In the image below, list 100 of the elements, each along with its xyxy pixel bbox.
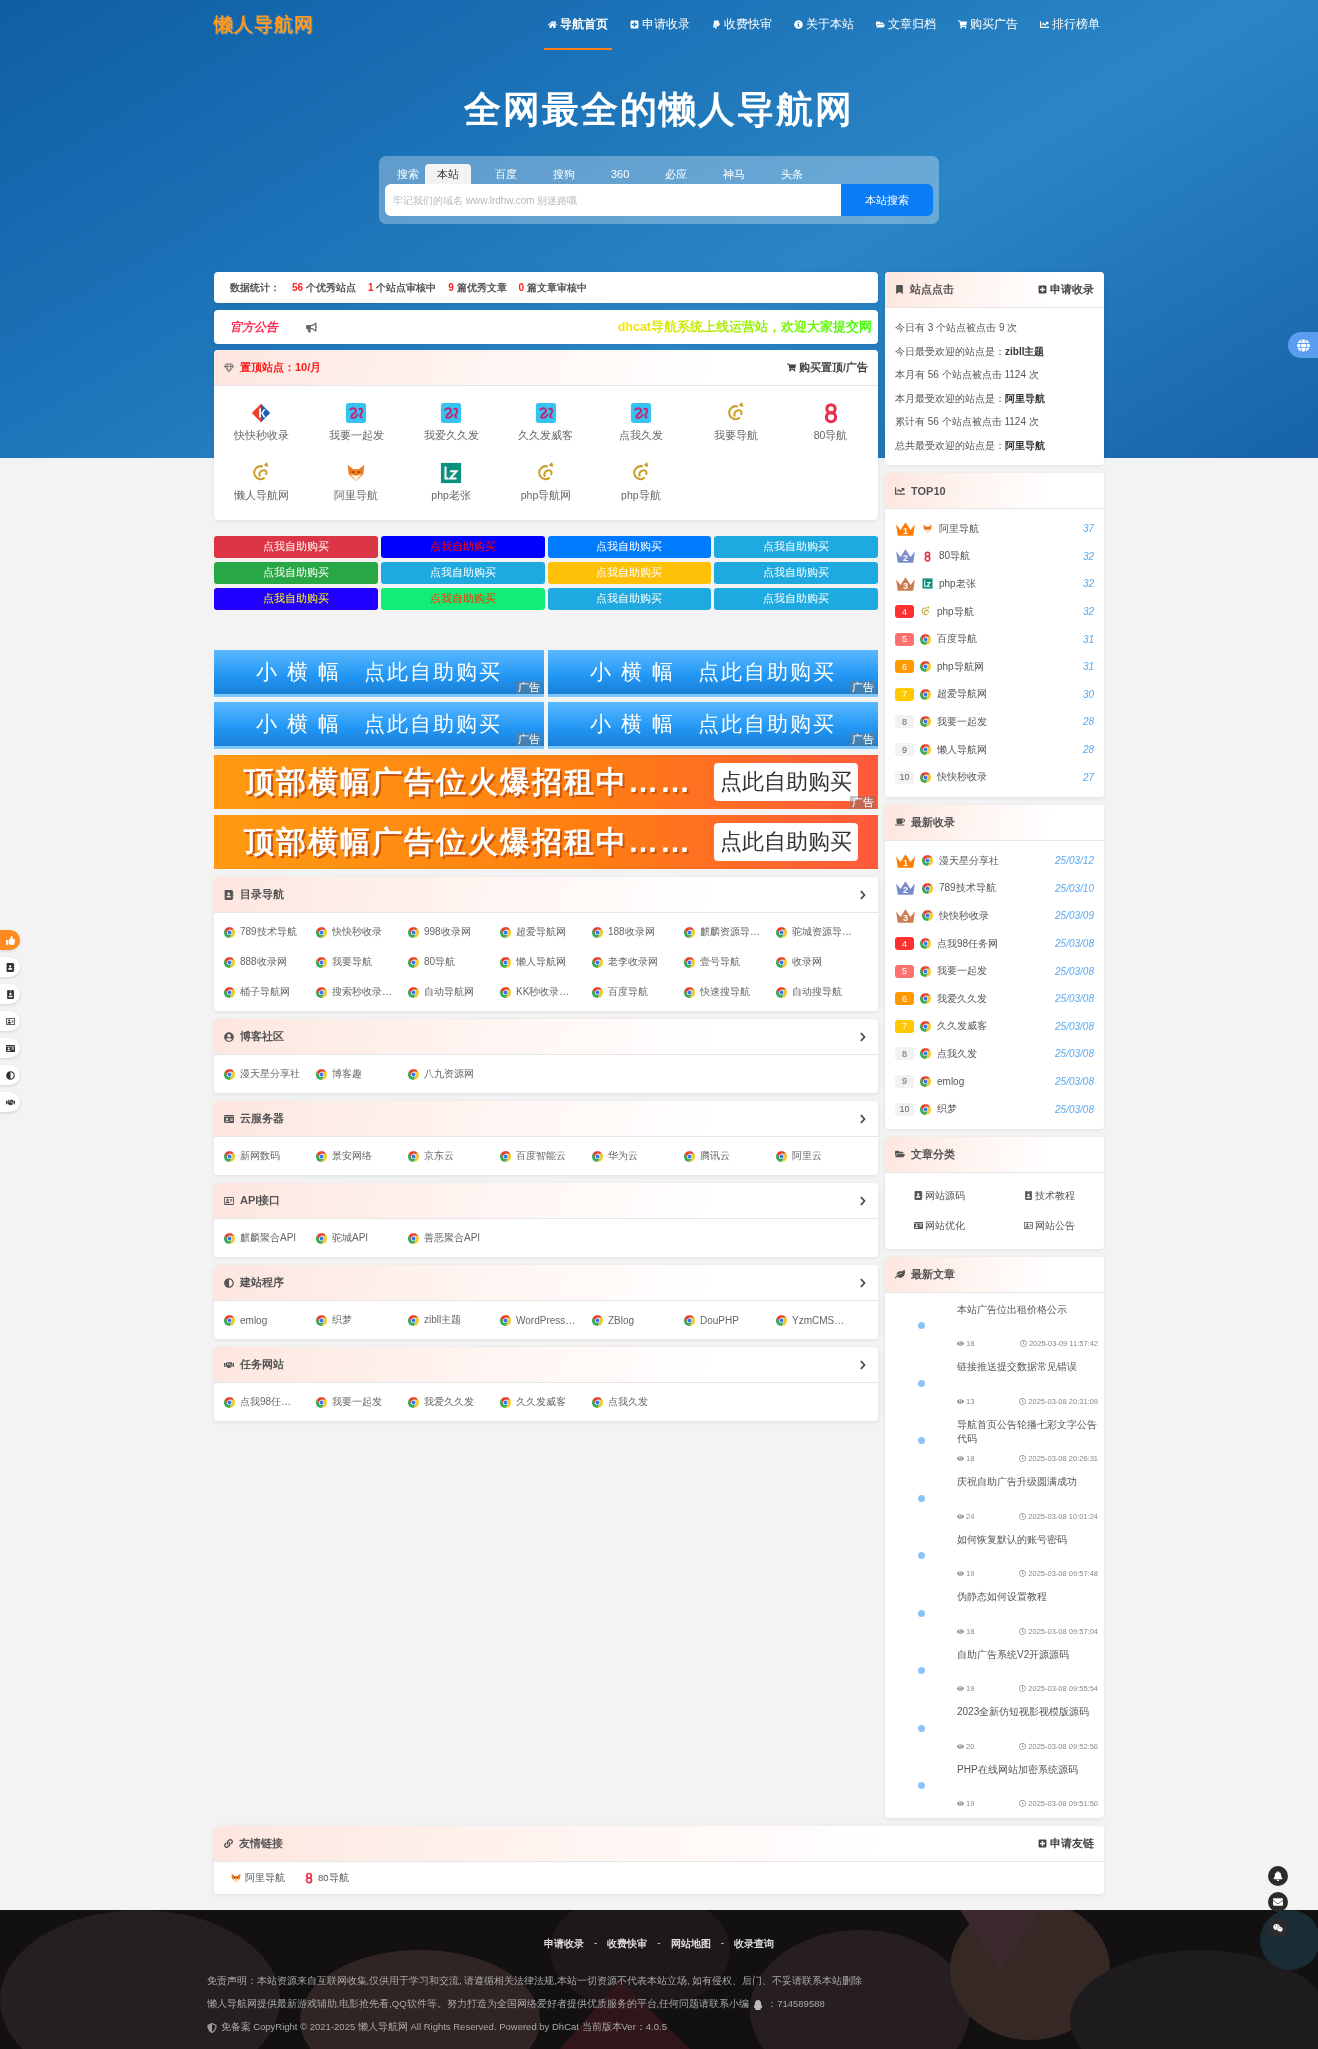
large-ad-banner[interactable]: 顶部横幅广告位火爆招租中…… 点此自助购买 [214,815,878,869]
ranking-item[interactable]: 10 快快秒收录 27 [895,763,1094,791]
site-link[interactable]: 桶子导航网 [224,977,316,1007]
site-link[interactable]: 我要导航 [316,947,408,977]
ranking-item[interactable]: 3 快快秒收录 25/03/09 [895,902,1094,930]
chevron-right-icon[interactable] [858,889,868,900]
translate-button[interactable] [1288,332,1318,358]
nav-link[interactable]: 文章归档 [872,0,940,50]
ad-slot-button[interactable]: 点我自助购买 [214,536,378,558]
site-link[interactable]: 我要一起发 [316,1387,408,1417]
ranking-item[interactable]: 10 织梦 25/03/08 [895,1095,1094,1123]
site-link[interactable]: 博客趣 [316,1059,408,1089]
ranking-item[interactable]: 8 我要一起发 28 [895,708,1094,736]
site-link[interactable]: 188收录网 [592,917,684,947]
site-link[interactable]: 我爱久久发 [408,1387,500,1417]
chevron-right-icon[interactable] [858,1195,868,1206]
site-link[interactable]: zibll主题 [408,1305,500,1335]
nav-link[interactable]: 购买广告 [954,0,1022,50]
article-link[interactable]: 伪静态如何设置教程 [957,1590,1098,1621]
footer-link[interactable]: 收费快审 [607,1937,648,1951]
email-button[interactable] [1268,1892,1288,1912]
ranking-item[interactable]: 9 懒人导航网 28 [895,735,1094,764]
top-site-link[interactable]: php导航网 [498,454,594,510]
site-link[interactable]: 景安网络 [316,1141,408,1171]
chevron-right-icon[interactable] [858,1359,868,1370]
top-site-link[interactable]: 我要一起发 [308,394,404,450]
chevron-right-icon[interactable] [858,1277,868,1288]
site-link[interactable]: 点我久发 [592,1387,684,1417]
banner-button[interactable]: 点此自助购买 [714,823,858,861]
top-site-link[interactable]: 快快秒收录 [214,394,309,450]
top-site-link[interactable]: 阿里导航 [308,454,404,510]
apply-link[interactable]: 申请收录 [1038,282,1094,297]
ranking-item[interactable]: 7 超爱导航网 30 [895,680,1094,709]
site-link[interactable]: 麒麟聚合API [224,1223,316,1253]
top-site-link[interactable]: 久久发威客 [498,394,594,450]
side-tool-button[interactable] [0,1092,20,1112]
site-link[interactable]: 阿里云 [776,1141,868,1171]
site-link[interactable]: 漫天星分享社 [224,1059,316,1089]
ranking-item[interactable]: 2 80导航 32 [895,542,1094,571]
site-link[interactable]: 888收录网 [224,947,316,977]
ranking-item[interactable]: 3 php老张 32 [895,570,1094,598]
site-link[interactable]: 懒人导航网 [500,947,592,977]
ranking-item[interactable]: 6 我爱久久发 25/03/08 [895,984,1094,1013]
small-ad-banner[interactable]: 小 横 幅 点此自助购买 广告 [548,702,878,749]
large-ad-banner[interactable]: 顶部横幅广告位火爆招租中…… 点此自助购买 广告 [214,755,878,809]
top-site-link[interactable]: 我要导航 [688,394,784,450]
ranking-item[interactable]: 5 我要一起发 25/03/08 [895,957,1094,985]
site-link[interactable]: 八九资源网 [408,1059,500,1089]
ranking-item[interactable]: 8 点我久发 25/03/08 [895,1040,1094,1068]
site-link[interactable]: 自动导航网 [408,977,500,1007]
notification-button[interactable] [1268,1866,1288,1886]
article-link[interactable]: 2023全新仿短视影视模版源码 [957,1705,1098,1736]
site-link[interactable]: 新网数码 [224,1141,316,1171]
site-link[interactable]: KK秒收录… [500,977,592,1007]
site-link[interactable]: 老李收录网 [592,947,684,977]
chevron-right-icon[interactable] [858,1113,868,1124]
site-link[interactable]: 驼城资源导… [776,917,868,947]
site-link[interactable]: DouPHP [684,1305,776,1335]
side-tool-button[interactable] [0,984,20,1004]
article-link[interactable]: 本站广告位出租价格公示 [957,1302,1098,1333]
small-ad-banner[interactable]: 小 横 幅 点此自助购买 广告 [214,702,544,749]
ad-slot-button[interactable]: 点我自助购买 [214,588,378,610]
ranking-item[interactable]: 5 百度导航 31 [895,625,1094,653]
site-link[interactable]: 超爱导航网 [500,917,592,947]
site-link[interactable]: 织梦 [316,1305,408,1335]
site-link[interactable]: 789技术导航 [224,917,316,947]
search-tab[interactable]: 本站 [425,164,471,184]
footer-link[interactable]: 收录查询 [734,1937,774,1951]
site-link[interactable]: 善恶聚合API [408,1223,500,1253]
article-link[interactable]: PHP在线网站加密系统源码 [957,1762,1098,1793]
side-tool-button[interactable] [0,1038,20,1058]
friend-link[interactable]: 阿里导航 [230,1871,285,1885]
ranking-item[interactable]: 4 点我98任务网 25/03/08 [895,929,1094,958]
side-tool-button[interactable] [0,1065,20,1085]
site-link[interactable]: 壹号导航 [684,947,776,977]
top-site-link[interactable]: 80导航 [783,394,878,450]
article-link[interactable]: 链接推送提交数据常见错误 [957,1360,1098,1391]
site-link[interactable]: emlog [224,1305,316,1335]
site-link[interactable]: 快快秒收录 [316,917,408,947]
site-link[interactable]: 收录网 [776,947,868,977]
ranking-item[interactable]: 1 漫天星分享社 25/03/12 [895,846,1094,875]
ranking-item[interactable]: 1 阿里导航 37 [895,515,1094,543]
article-category-link[interactable]: 技术教程 [994,1180,1104,1211]
nav-link[interactable]: 关于本站 [790,0,858,50]
site-link[interactable]: 搜索秒收录… [316,977,408,1007]
site-link[interactable]: 80导航 [408,947,500,977]
side-tool-button[interactable] [0,957,20,977]
site-link[interactable]: 百度智能云 [500,1141,592,1171]
site-link[interactable]: ZBlog [592,1305,684,1335]
site-link[interactable]: 久久发威客 [500,1387,592,1417]
ranking-item[interactable]: 9 emlog 25/03/08 [895,1067,1094,1096]
side-tool-button[interactable] [0,1011,20,1031]
article-link[interactable]: 导航首页公告轮播七彩文字公告代码 [957,1417,1098,1448]
buy-ad-link[interactable]: 购买置顶/广告 [787,360,868,375]
small-ad-banner[interactable]: 小 横 幅 点此自助购买 广告 [548,650,878,697]
site-link[interactable]: 驼城API [316,1223,408,1253]
site-link[interactable]: 百度导航 [592,977,684,1007]
search-field[interactable]: 牢记我们的域名 www.lrdhw.com 别迷路哦 [385,184,841,216]
ranking-item[interactable]: 2 789技术导航 25/03/10 [895,874,1094,903]
nav-link[interactable]: 申请收录 [626,0,694,50]
